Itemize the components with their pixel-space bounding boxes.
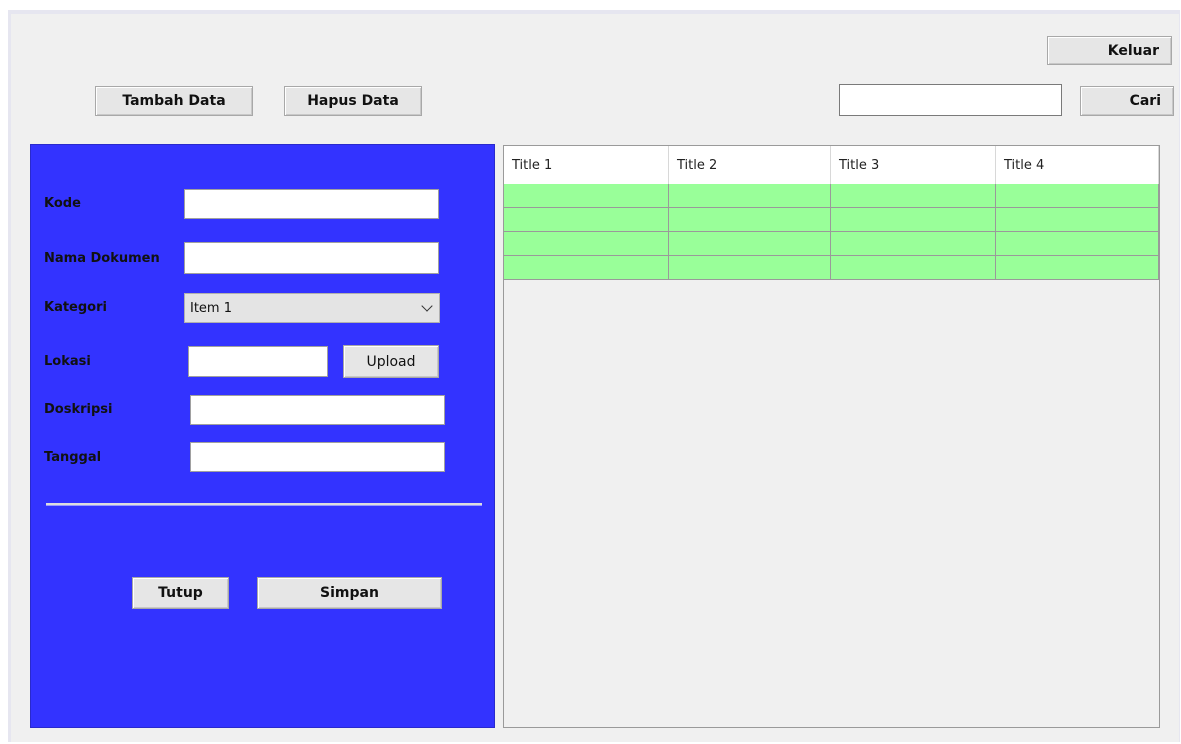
exit-button[interactable]: Keluar (1047, 36, 1172, 65)
add-data-button[interactable]: Tambah Data (95, 86, 253, 116)
deskripsi-label: Doskripsi (44, 402, 113, 417)
kode-label: Kode (44, 196, 81, 211)
table-cell[interactable] (504, 232, 669, 256)
table-body (504, 184, 1159, 280)
form-divider (46, 503, 482, 506)
table-cell[interactable] (831, 184, 996, 208)
kategori-selected-value: Item 1 (190, 300, 232, 316)
lokasi-field[interactable] (188, 346, 328, 377)
table-cell[interactable] (504, 256, 669, 280)
table-cell[interactable] (669, 208, 831, 232)
table-row[interactable] (504, 256, 1159, 280)
nama-dokumen-field[interactable] (184, 242, 439, 274)
kategori-label: Kategori (44, 300, 107, 315)
table-cell[interactable] (831, 232, 996, 256)
close-button[interactable]: Tutup (132, 577, 229, 609)
table-cell[interactable] (996, 184, 1159, 208)
table-cell[interactable] (669, 184, 831, 208)
save-button[interactable]: Simpan (257, 577, 442, 609)
column-header[interactable]: Title 3 (831, 146, 996, 184)
table-row[interactable] (504, 208, 1159, 232)
column-header[interactable]: Title 1 (504, 146, 669, 184)
form-panel: Kode Nama Dokumen Kategori Item 1 Lokasi… (30, 144, 495, 728)
delete-data-button[interactable]: Hapus Data (284, 86, 422, 116)
kategori-select[interactable]: Item 1 (184, 293, 440, 323)
upload-button[interactable]: Upload (343, 345, 439, 378)
column-header[interactable]: Title 2 (669, 146, 831, 184)
table-cell[interactable] (996, 208, 1159, 232)
tanggal-field[interactable] (190, 442, 445, 472)
kode-field[interactable] (184, 189, 439, 219)
search-button[interactable]: Cari (1080, 86, 1174, 116)
table-cell[interactable] (669, 232, 831, 256)
table-cell[interactable] (504, 184, 669, 208)
tanggal-label: Tanggal (44, 450, 102, 465)
table-cell[interactable] (996, 256, 1159, 280)
lokasi-label: Lokasi (44, 354, 91, 369)
table-cell[interactable] (996, 232, 1159, 256)
deskripsi-field[interactable] (190, 395, 445, 425)
search-input[interactable] (839, 84, 1062, 116)
table-cell[interactable] (504, 208, 669, 232)
table-cell[interactable] (831, 208, 996, 232)
column-header[interactable]: Title 4 (996, 146, 1159, 184)
table-cell[interactable] (669, 256, 831, 280)
chevron-down-icon (421, 300, 433, 312)
table-row[interactable] (504, 184, 1159, 208)
data-table[interactable]: Title 1 Title 2 Title 3 Title 4 (503, 145, 1160, 728)
table-row[interactable] (504, 232, 1159, 256)
table-cell[interactable] (831, 256, 996, 280)
nama-dokumen-label: Nama Dokumen (44, 251, 160, 266)
table-header: Title 1 Title 2 Title 3 Title 4 (504, 146, 1159, 185)
